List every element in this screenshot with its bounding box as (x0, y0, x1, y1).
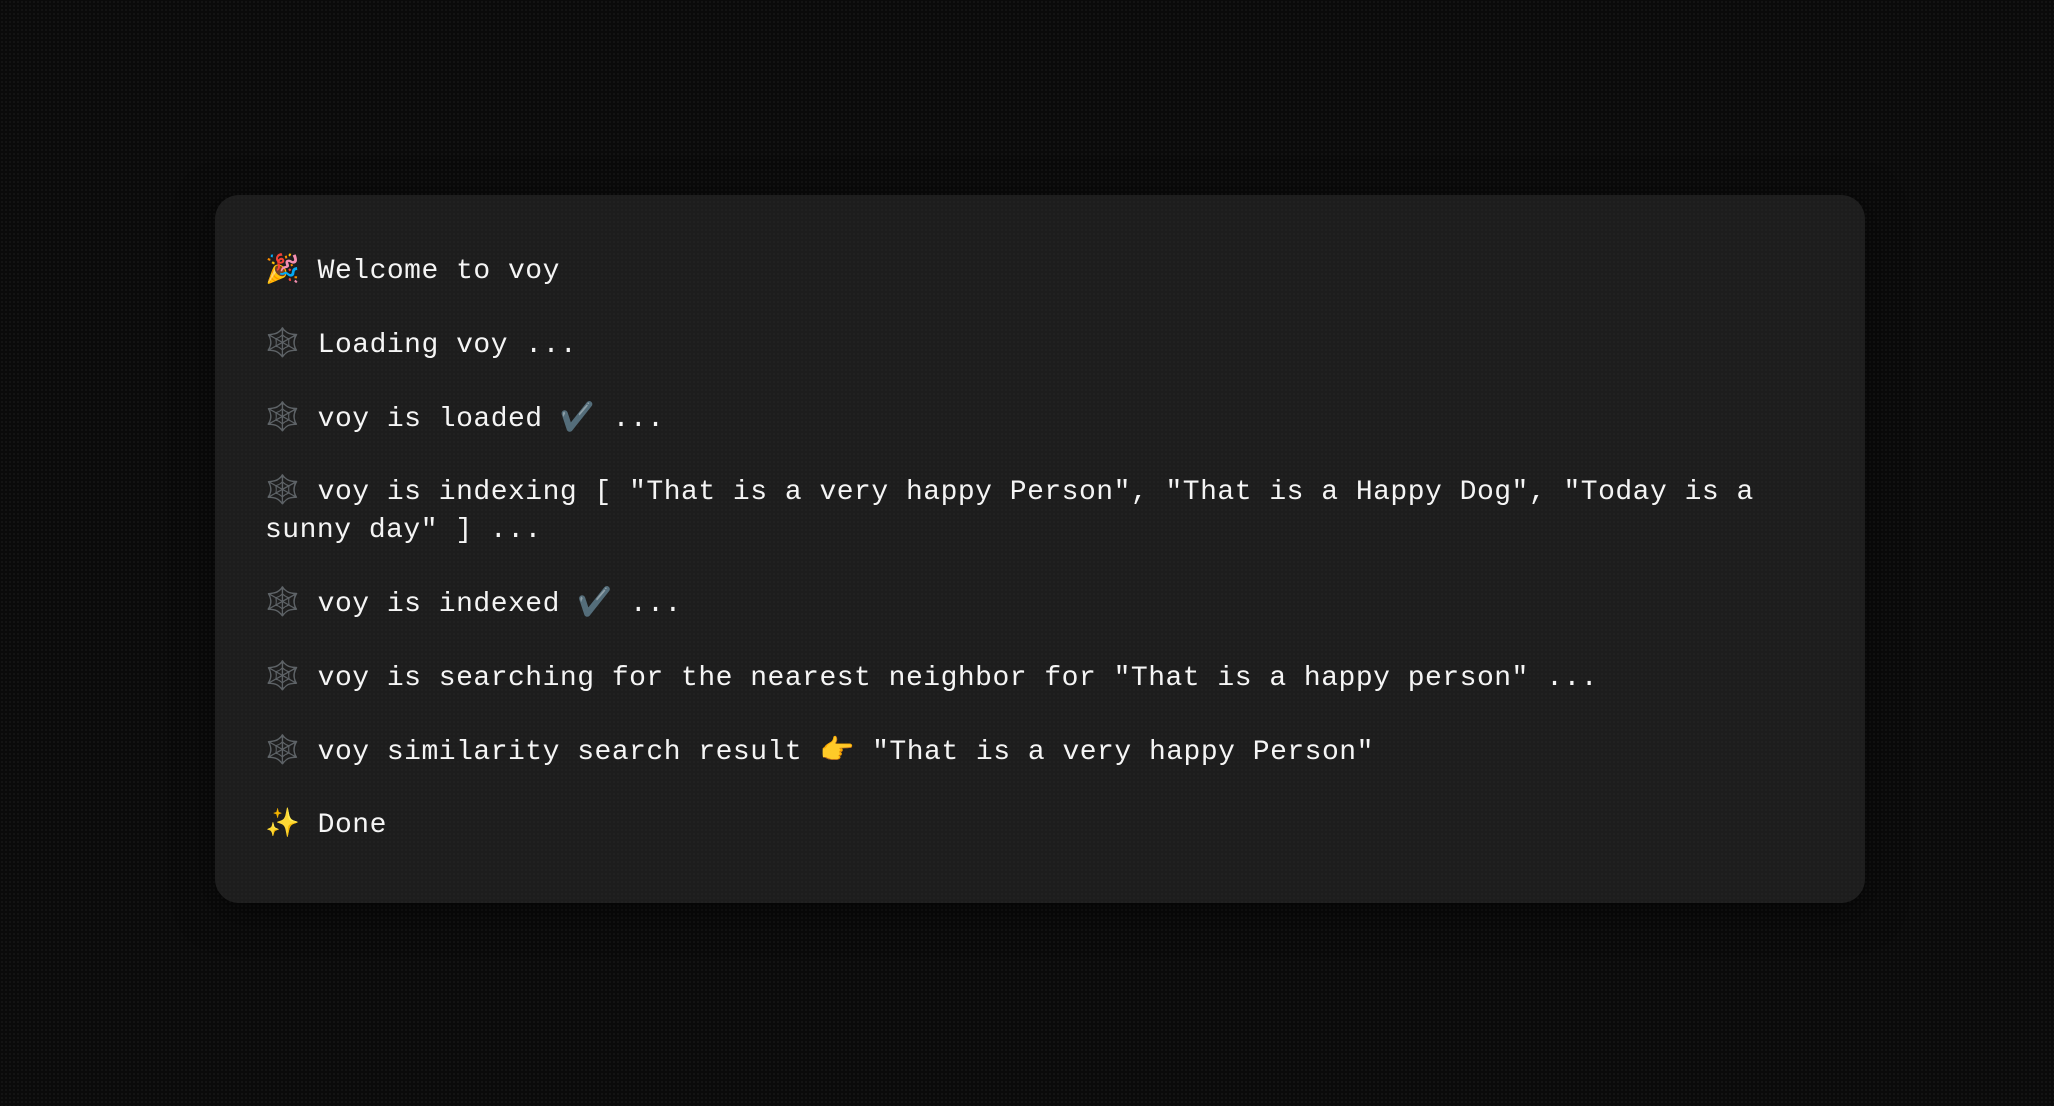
log-line-loading: 🕸️ Loading voy ... (265, 327, 1815, 365)
log-line-indexed: 🕸️ voy is indexed ✔️ ... (265, 586, 1815, 624)
log-line-result: 🕸️ voy similarity search result 👉 "That … (265, 734, 1815, 772)
log-line-indexing: 🕸️ voy is indexing [ "That is a very hap… (265, 474, 1815, 550)
log-line-done: ✨ Done (265, 807, 1815, 845)
log-line-welcome: 🎉 Welcome to voy (265, 253, 1815, 291)
terminal-output-panel: 🎉 Welcome to voy 🕸️ Loading voy ... 🕸️ v… (215, 195, 1865, 903)
log-line-searching: 🕸️ voy is searching for the nearest neig… (265, 660, 1815, 698)
log-line-loaded: 🕸️ voy is loaded ✔️ ... (265, 401, 1815, 439)
